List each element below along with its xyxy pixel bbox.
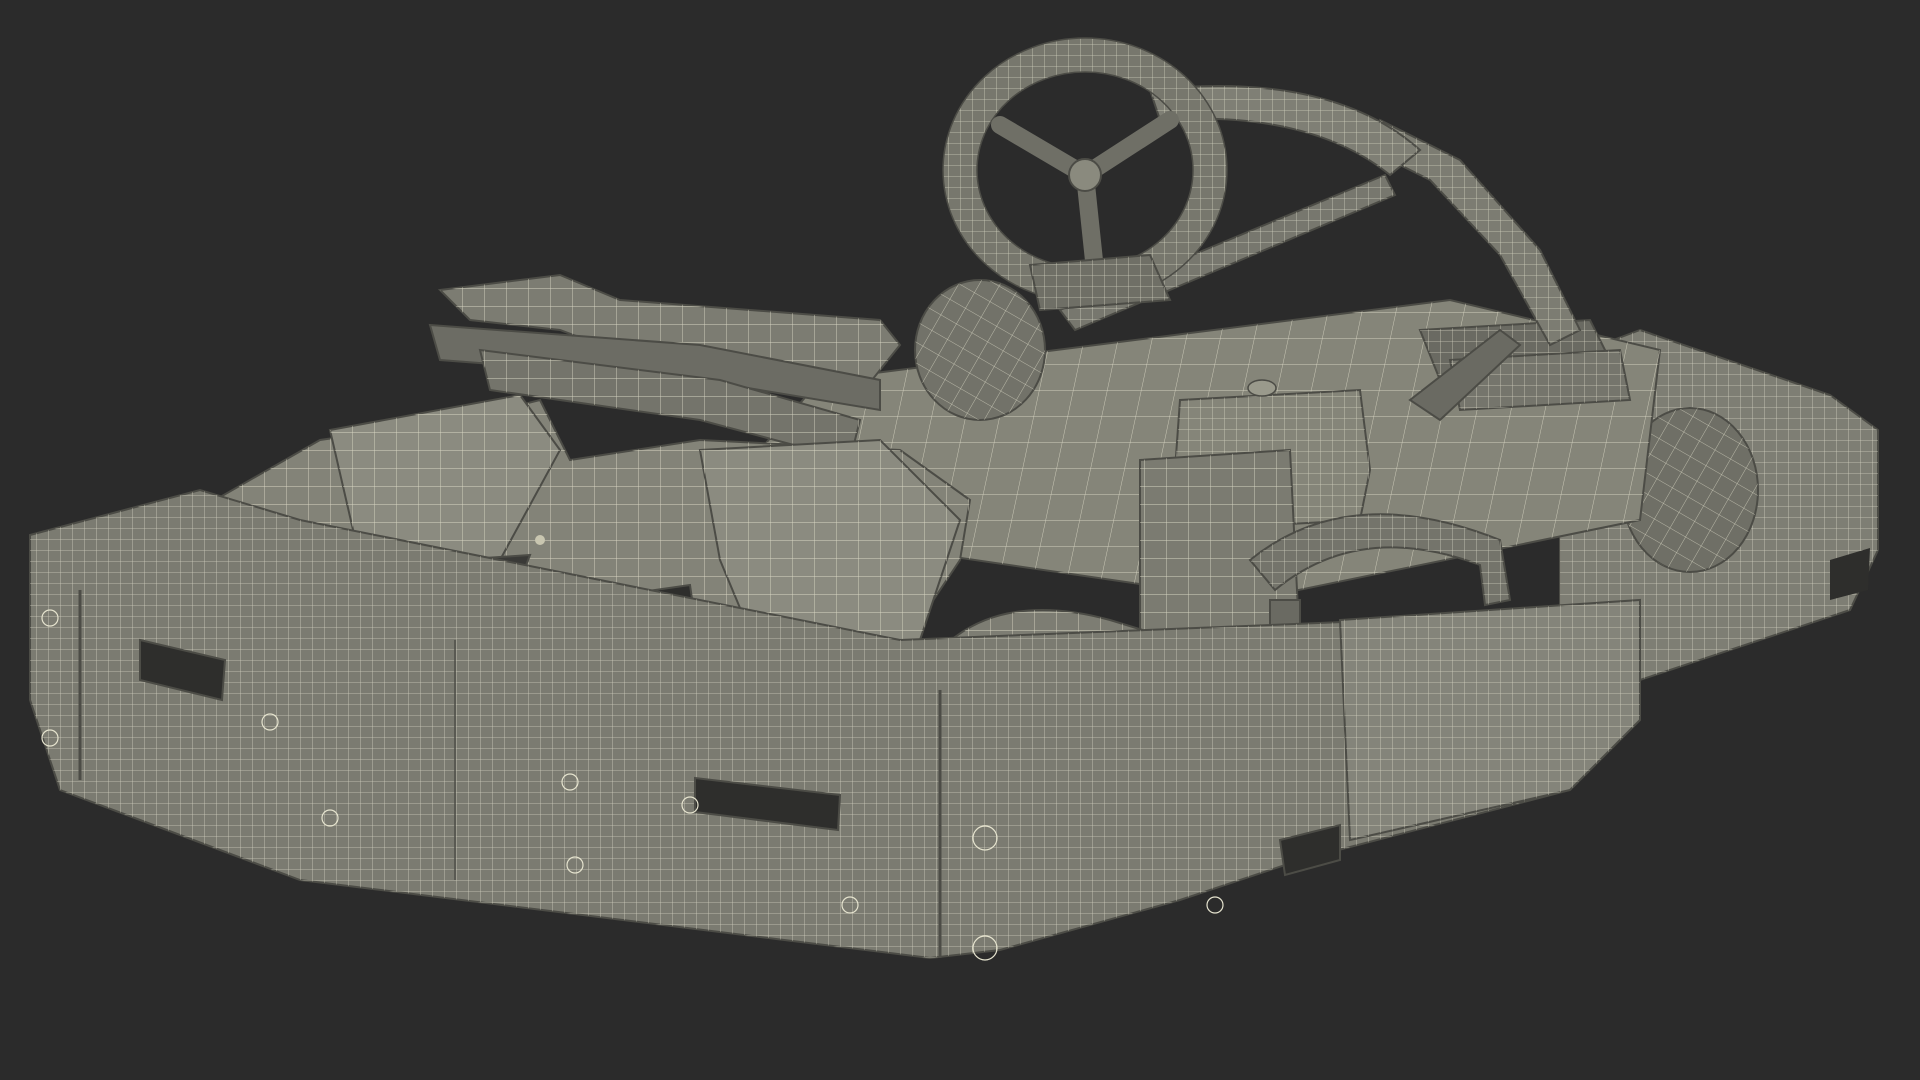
viewport-background xyxy=(0,0,1920,1080)
center-wheel xyxy=(914,279,1046,421)
go-kart-wireframe-render xyxy=(29,37,1879,961)
left-side-pod xyxy=(1338,598,1641,842)
steering-column xyxy=(1058,118,1582,347)
